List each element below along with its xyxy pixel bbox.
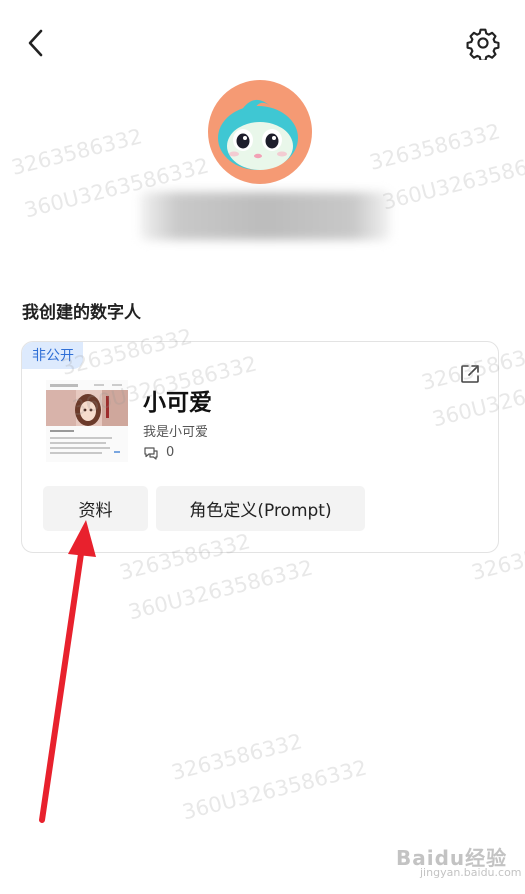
bot-name: 小可爱 xyxy=(143,390,212,416)
watermark: 360U3263586332 xyxy=(179,755,370,825)
watermark: 3263586332 xyxy=(9,124,145,180)
baidu-url: jingyan.baidu.com xyxy=(420,866,522,879)
bot-description: 我是小可爱 xyxy=(143,425,209,440)
watermark: 360U3263586332 xyxy=(125,555,316,625)
back-button[interactable] xyxy=(22,26,52,60)
bot-card[interactable]: 非公开 小可爱 我是小可爱 0 资料 角色定义(Prompt) xyxy=(21,341,499,553)
watermark: 360U3263586332 xyxy=(379,145,525,215)
private-badge: 非公开 xyxy=(22,342,83,369)
section-title: 我创建的数字人 xyxy=(22,303,141,323)
chat-count: 0 xyxy=(143,445,174,460)
gear-icon xyxy=(466,28,500,62)
bot-thumbnail xyxy=(46,380,128,462)
info-button[interactable]: 资料 xyxy=(43,486,148,531)
share-button[interactable] xyxy=(458,362,482,386)
chat-count-value: 0 xyxy=(166,445,175,460)
prompt-button[interactable]: 角色定义(Prompt) xyxy=(156,486,365,531)
chat-bubbles-icon xyxy=(144,446,158,460)
watermark: 3263586332 xyxy=(169,729,305,785)
chevron-left-icon xyxy=(28,29,43,57)
cartoon-mascot-avatar xyxy=(218,99,298,170)
watermark: 3263586332 xyxy=(367,119,503,175)
blurred-username xyxy=(140,192,390,240)
settings-button[interactable] xyxy=(466,26,500,62)
share-external-icon xyxy=(461,365,479,383)
avatar xyxy=(208,80,312,184)
